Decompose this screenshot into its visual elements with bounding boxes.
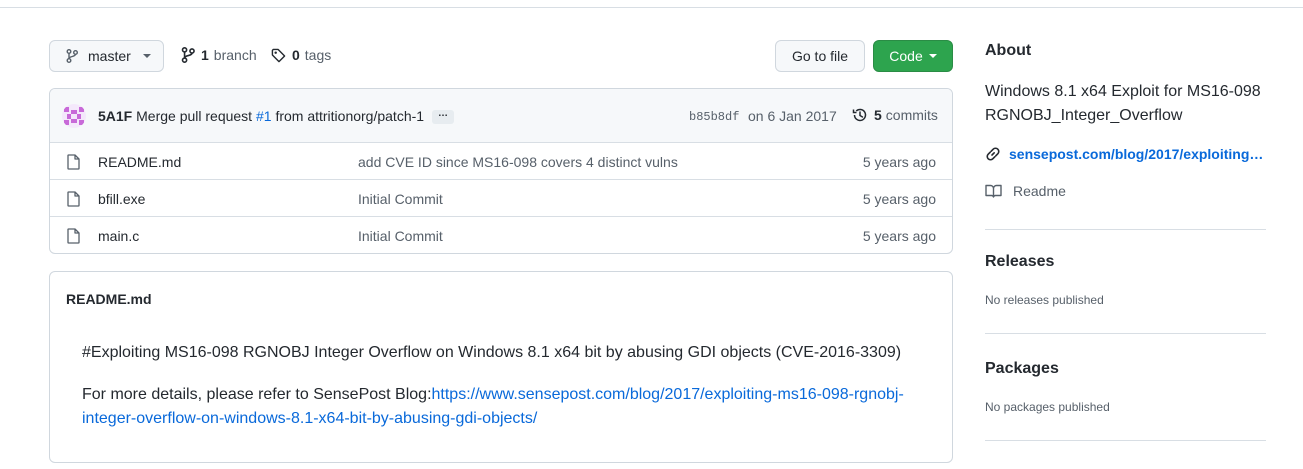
branch-name: master [88,48,131,64]
branches-link[interactable]: 1 branch [181,47,257,63]
commits-count: 5 [874,107,882,123]
file-age: 5 years ago [862,154,936,170]
packages-empty-text: No packages published [985,400,1110,414]
file-list: 5A1F Merge pull request #1 from attritio… [49,88,953,254]
history-icon [852,107,868,123]
packages-heading[interactable]: Packages [985,360,1059,378]
code-button[interactable]: Code [873,40,953,72]
releases-heading[interactable]: Releases [985,253,1054,271]
book-icon [985,184,1002,198]
commit-author[interactable]: 5A1F [98,108,132,124]
readme-panel: README.md #Exploiting MS16-098 RGNOBJ In… [49,271,953,463]
readme-details: For more details, please refer to SenseP… [82,383,932,431]
commit-message-suffix[interactable]: from attritionorg/patch-1 [275,108,424,124]
readme-details-text: For more details, please refer to SenseP… [82,386,432,403]
file-age: 5 years ago [862,228,936,244]
file-name[interactable]: main.c [98,228,139,244]
repo-description: Windows 8.1 x64 Exploit for MS16-098 RGN… [985,83,1261,124]
git-branch-icon [181,47,195,63]
tags-label: tags [304,47,332,63]
latest-commit-bar: 5A1F Merge pull request #1 from attritio… [50,89,952,143]
website-link-text[interactable]: sensepost.com/blog/2017/exploiting-ms16-… [1009,146,1265,162]
file-icon [67,191,80,207]
commit-message: 5A1F Merge pull request #1 from attritio… [98,108,424,124]
sidebar-divider [985,333,1266,334]
file-row: main.c Initial Commit 5 years ago [50,217,952,253]
branch-count: 1 [201,47,209,63]
avatar[interactable] [62,104,86,128]
sidebar-divider [985,440,1266,441]
readme-title[interactable]: README.md [66,291,152,307]
file-commit-message[interactable]: add CVE ID since MS16-098 covers 4 disti… [358,154,678,170]
about-heading: About [985,42,1032,59]
readme-heading-line: #Exploiting MS16-098 RGNOBJ Integer Over… [82,344,902,361]
sidebar-divider [985,229,1266,230]
file-row: bfill.exe Initial Commit 5 years ago [50,180,952,217]
pull-request-link[interactable]: #1 [256,108,272,124]
commits-label: commits [885,107,938,123]
website-link[interactable]: sensepost.com/blog/2017/exploiting-ms16-… [985,146,1265,162]
expand-commit-button[interactable]: … [432,109,454,124]
tags-count: 0 [292,47,300,63]
readme-sidebar-label: Readme [1013,183,1066,199]
file-commit-message[interactable]: Initial Commit [358,228,443,244]
chevron-down-icon [142,54,151,58]
commits-link[interactable]: 5 commits [852,107,938,123]
file-row: README.md add CVE ID since MS16-098 cove… [50,143,952,180]
releases-empty-text: No releases published [985,293,1104,307]
commit-sha[interactable]: b85b8df [689,110,739,124]
branch-label: branch [213,47,257,63]
readme-sidebar-link[interactable]: Readme [985,183,1066,199]
file-name[interactable]: bfill.exe [98,191,145,207]
file-name[interactable]: README.md [98,154,181,170]
file-age: 5 years ago [862,191,936,207]
link-icon [985,146,1001,162]
git-branch-icon [66,49,78,63]
file-commit-message[interactable]: Initial Commit [358,191,443,207]
go-to-file-button[interactable]: Go to file [775,40,865,72]
file-icon [67,154,80,170]
branch-select-button[interactable]: master [49,40,164,72]
top-divider [0,0,1303,8]
commit-date[interactable]: on 6 Jan 2017 [748,108,837,124]
file-icon [67,228,80,244]
tags-link[interactable]: 0 tags [271,47,331,63]
tag-icon [271,48,286,63]
code-button-label: Code [889,48,923,64]
chevron-down-icon [928,54,937,58]
commit-message-prefix[interactable]: Merge pull request [136,108,252,124]
